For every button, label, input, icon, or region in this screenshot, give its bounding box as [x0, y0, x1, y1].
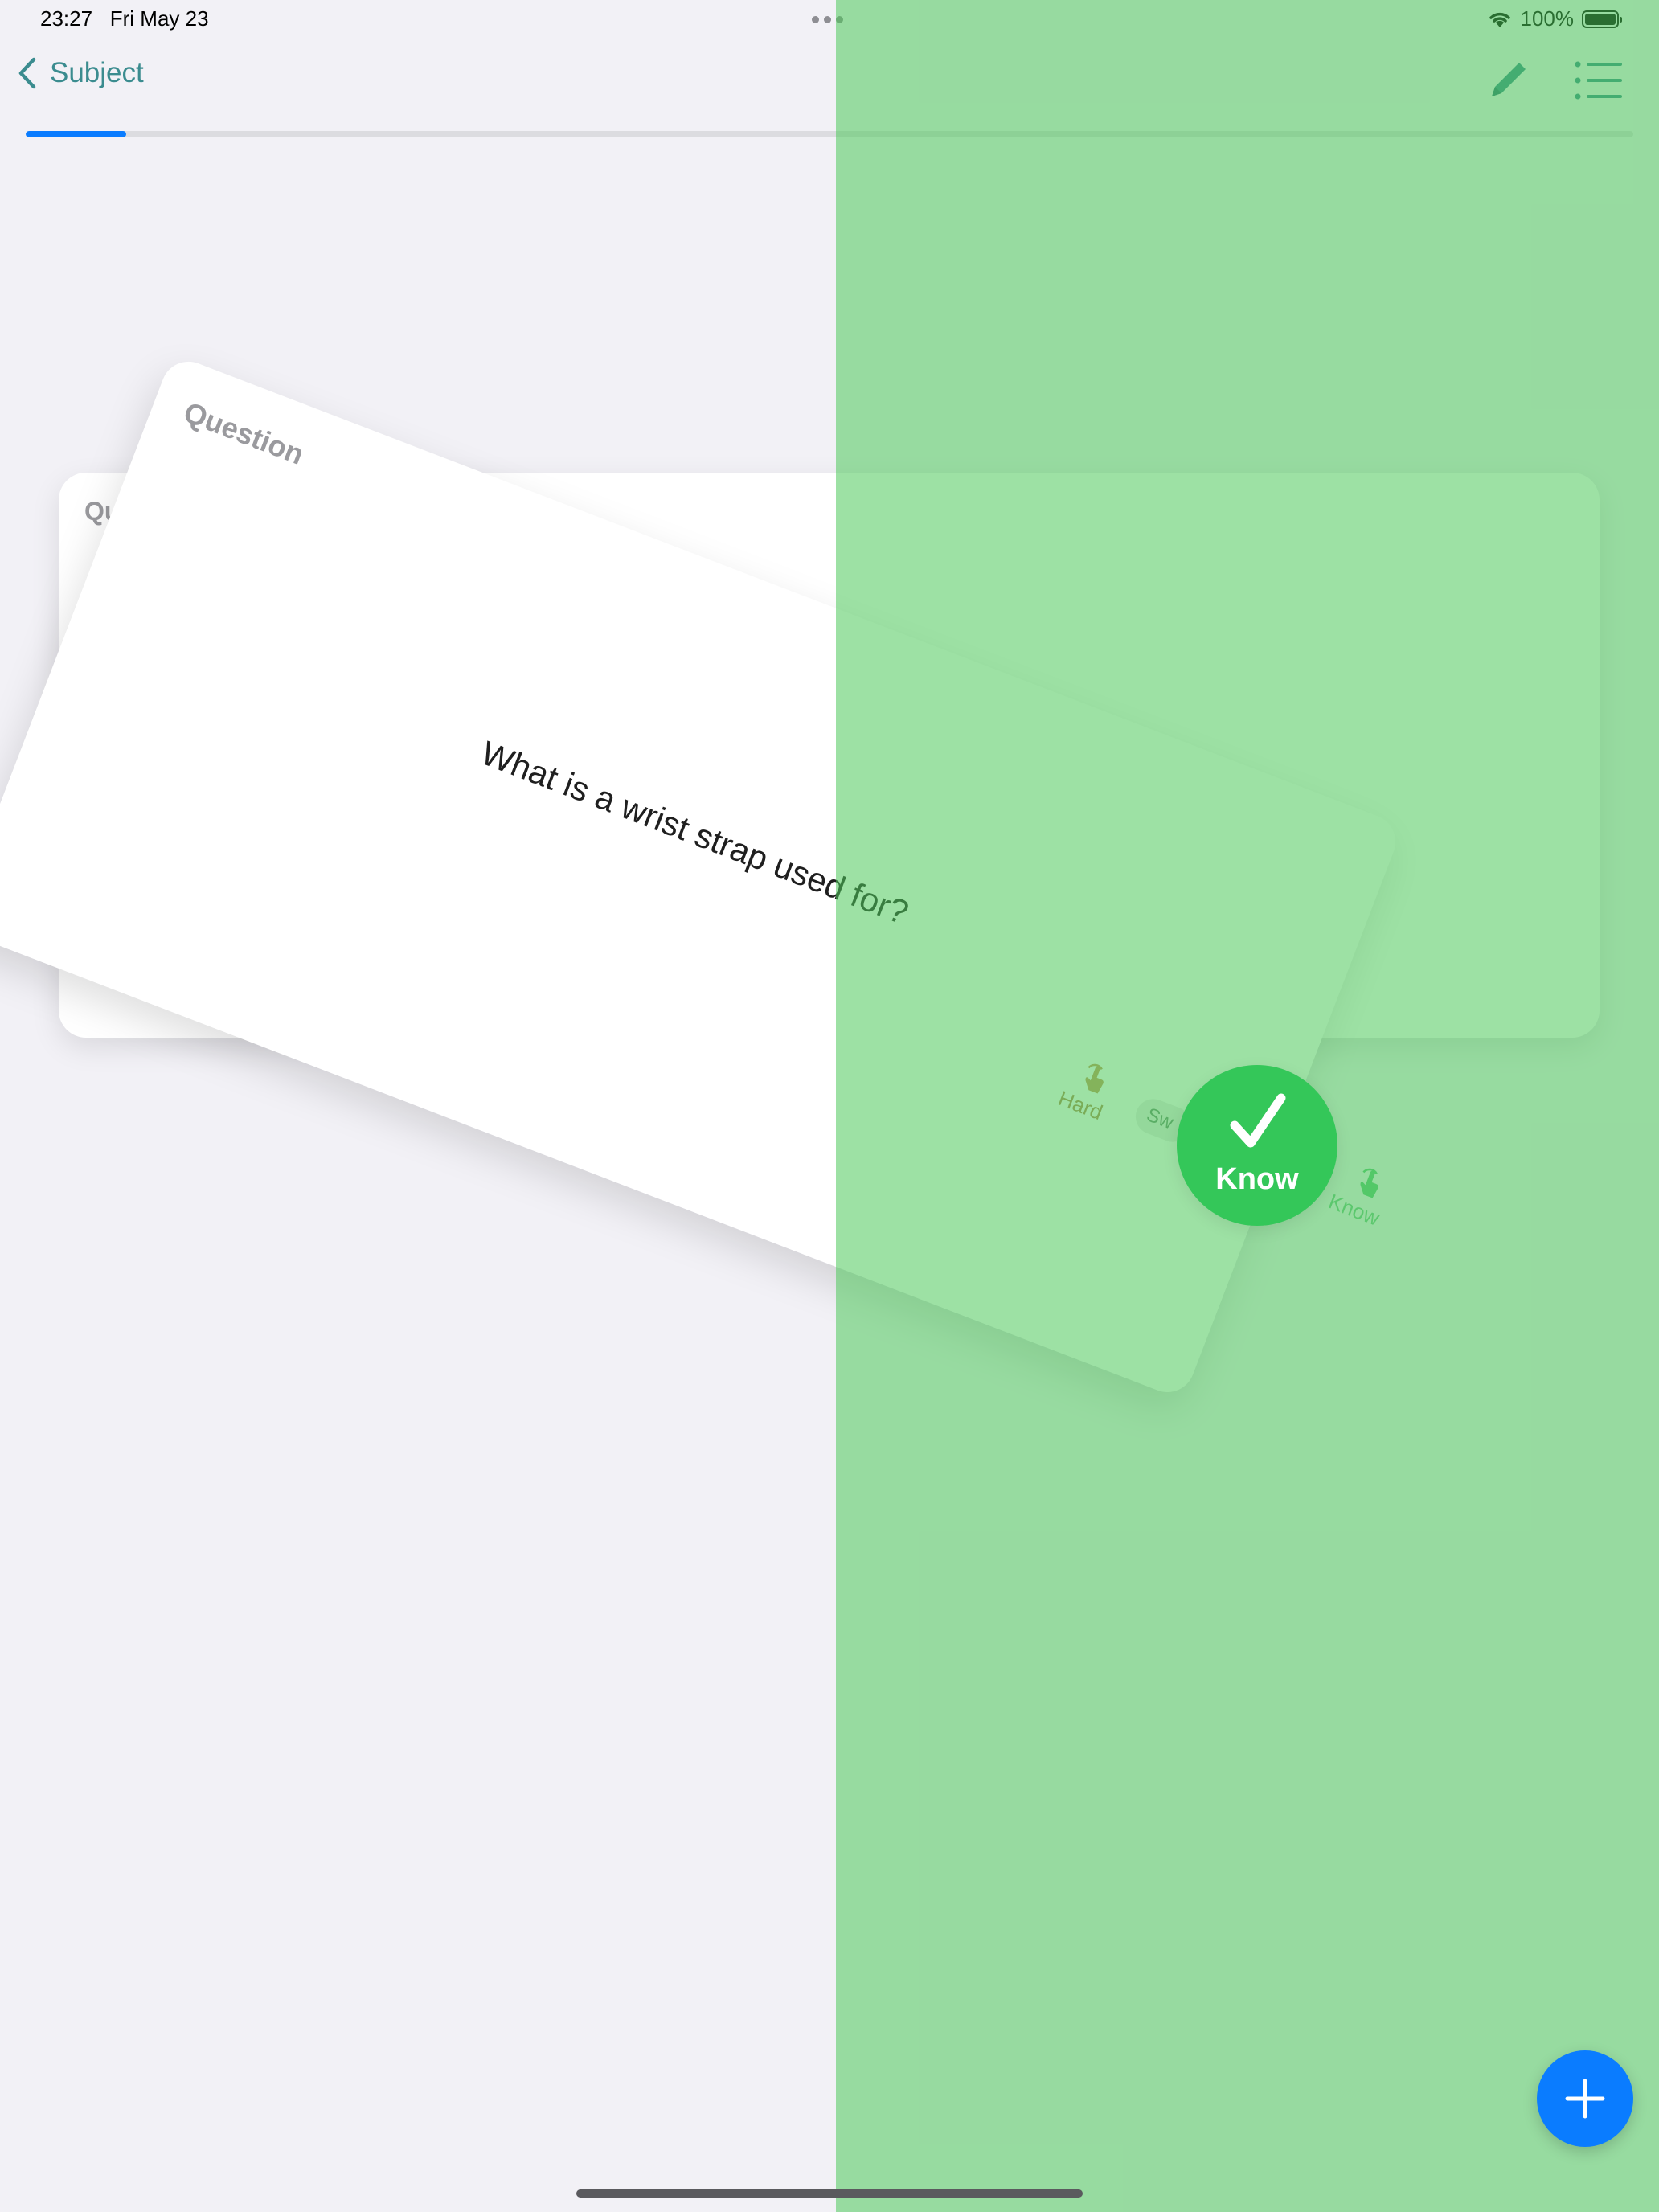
battery-percent: 100%: [1520, 6, 1575, 31]
back-button[interactable]: Subject: [18, 56, 144, 90]
know-badge: Know: [1177, 1065, 1337, 1226]
card-side-label: Question: [179, 395, 309, 471]
study-progress-bar: [26, 131, 1633, 137]
card-list-button[interactable]: [1574, 56, 1624, 104]
status-right: 100%: [1487, 6, 1622, 31]
list-icon: [1575, 61, 1622, 100]
wifi-icon: [1489, 12, 1510, 27]
edit-button[interactable]: [1484, 56, 1532, 104]
study-progress-fill: [26, 131, 126, 137]
know-badge-label: Know: [1215, 1161, 1299, 1196]
add-card-button[interactable]: [1537, 2050, 1633, 2147]
battery-icon: [1582, 10, 1622, 28]
status-time-text: 23:27: [40, 6, 93, 31]
swipe-hint-pill-text: Sw: [1143, 1104, 1177, 1134]
back-button-label: Subject: [50, 57, 144, 88]
flashcard-study-screen: 23:27 Fri May 23 100% Subject Question W…: [0, 0, 1659, 2212]
plus-icon: [1565, 2079, 1605, 2119]
multitasking-dots-icon[interactable]: [812, 16, 843, 23]
checkmark-icon: [1230, 1093, 1286, 1147]
status-time: 23:27 Fri May 23: [40, 6, 209, 31]
status-date-text: Fri May 23: [109, 6, 209, 31]
home-indicator[interactable]: [576, 2189, 1083, 2198]
pencil-icon: [1492, 63, 1526, 96]
chevron-left-icon: [18, 57, 36, 89]
